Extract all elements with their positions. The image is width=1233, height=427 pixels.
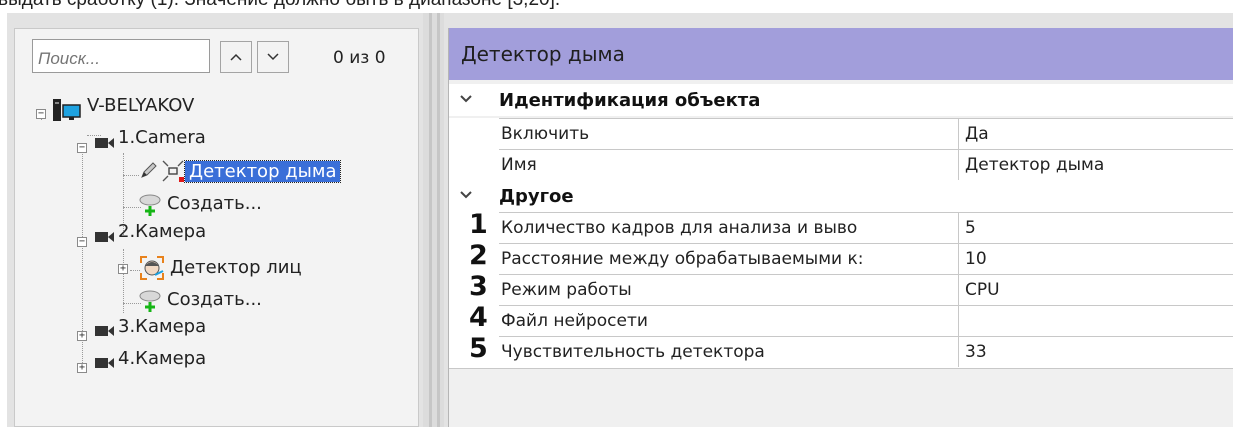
search-input[interactable] xyxy=(32,39,210,73)
property-row[interactable]: 5 Чувствительность детектора 33 xyxy=(449,333,1233,369)
camera-icon xyxy=(95,355,115,374)
tree-item-create-2[interactable]: Создать... xyxy=(167,286,262,314)
top-caption: выдать сработку (1). Значение должно быт… xyxy=(0,0,1231,11)
property-row[interactable]: 1 Количество кадров для анализа и выво 5 xyxy=(449,209,1233,244)
property-value[interactable]: Детектор дыма xyxy=(959,149,1233,180)
property-row[interactable]: Имя Детектор дыма xyxy=(449,149,1233,181)
property-name: Режим работы xyxy=(499,274,959,305)
server-icon xyxy=(52,97,82,127)
camera-icon xyxy=(95,135,115,154)
smoke-detector-icon xyxy=(161,159,185,187)
section-title: Другое xyxy=(499,186,574,207)
camera3-expand-toggle[interactable]: + xyxy=(77,331,87,341)
chevron-up-icon xyxy=(230,53,242,61)
camera1-collapse-toggle[interactable]: − xyxy=(77,143,87,153)
section-identification[interactable]: Идентификация объекта xyxy=(449,84,1233,116)
property-name: Расстояние между обрабатываемыми к: xyxy=(499,243,959,274)
camera-icon xyxy=(95,229,115,248)
server-collapse-toggle[interactable]: − xyxy=(36,109,46,119)
chevron-down-icon xyxy=(459,186,473,204)
camera-icon xyxy=(95,323,115,342)
tree-item-camera3[interactable]: 3.Камера xyxy=(118,313,206,341)
property-value[interactable]: CPU xyxy=(959,274,1233,305)
tree-item-face-detector[interactable]: Детектор лиц xyxy=(170,254,302,282)
property-row[interactable]: 3 Режим работы CPU xyxy=(449,271,1233,306)
tree-item-camera1[interactable]: 1.Camera xyxy=(118,124,206,152)
search-prev-button[interactable] xyxy=(220,41,252,73)
properties-panel: Детектор дыма Идентификация объекта Вклю… xyxy=(448,28,1233,427)
camera2-collapse-toggle[interactable]: − xyxy=(77,237,87,247)
chevron-down-icon xyxy=(267,53,279,61)
property-name: Имя xyxy=(499,149,959,180)
tree-item-create-1[interactable]: Создать... xyxy=(167,190,262,218)
property-name: Включить xyxy=(499,118,959,149)
search-next-button[interactable] xyxy=(257,41,289,73)
chevron-down-icon xyxy=(459,90,473,108)
property-value[interactable] xyxy=(959,305,1233,336)
callout-number: 3 xyxy=(469,271,488,302)
property-value[interactable]: Да xyxy=(959,118,1233,149)
property-row[interactable]: Включить Да xyxy=(449,118,1233,150)
tree-item-camera4[interactable]: 4.Камера xyxy=(118,345,206,373)
pencil-icon xyxy=(139,160,159,184)
callout-number: 5 xyxy=(469,333,488,364)
callout-number: 4 xyxy=(469,302,488,333)
panel-splitter[interactable] xyxy=(423,13,444,427)
property-value[interactable]: 10 xyxy=(959,243,1233,274)
property-value[interactable]: 5 xyxy=(959,212,1233,243)
object-tree-panel: 0 из 0 − V-BELYAKOV − 1.Camera xyxy=(14,28,419,427)
callout-number: 1 xyxy=(469,209,488,240)
section-other[interactable]: Другое xyxy=(449,180,1233,212)
property-value[interactable]: 33 xyxy=(959,336,1233,367)
properties-title: Детектор дыма xyxy=(449,28,1233,80)
property-name: Файл нейросети xyxy=(499,305,959,336)
tree-item-smoke-detector-label: Детектор дыма xyxy=(183,160,342,183)
callout-number: 2 xyxy=(469,240,488,271)
tree-item-server[interactable]: V-BELYAKOV xyxy=(87,92,194,120)
property-row[interactable]: 4 Файл нейросети xyxy=(449,302,1233,337)
section-title: Идентификация объекта xyxy=(499,90,761,111)
tree-item-camera2[interactable]: 2.Камера xyxy=(118,218,206,246)
property-name: Количество кадров для анализа и выво xyxy=(499,212,959,243)
search-result-counter: 0 из 0 xyxy=(333,48,386,68)
property-name: Чувствительность детектора xyxy=(499,336,959,367)
property-row[interactable]: 2 Расстояние между обрабатываемыми к: 10 xyxy=(449,240,1233,275)
camera4-expand-toggle[interactable]: + xyxy=(77,363,87,373)
tree-item-smoke-detector[interactable]: Детектор дыма xyxy=(183,158,342,186)
face-detector-expand-toggle[interactable]: + xyxy=(118,264,128,274)
face-detector-icon xyxy=(139,255,165,285)
